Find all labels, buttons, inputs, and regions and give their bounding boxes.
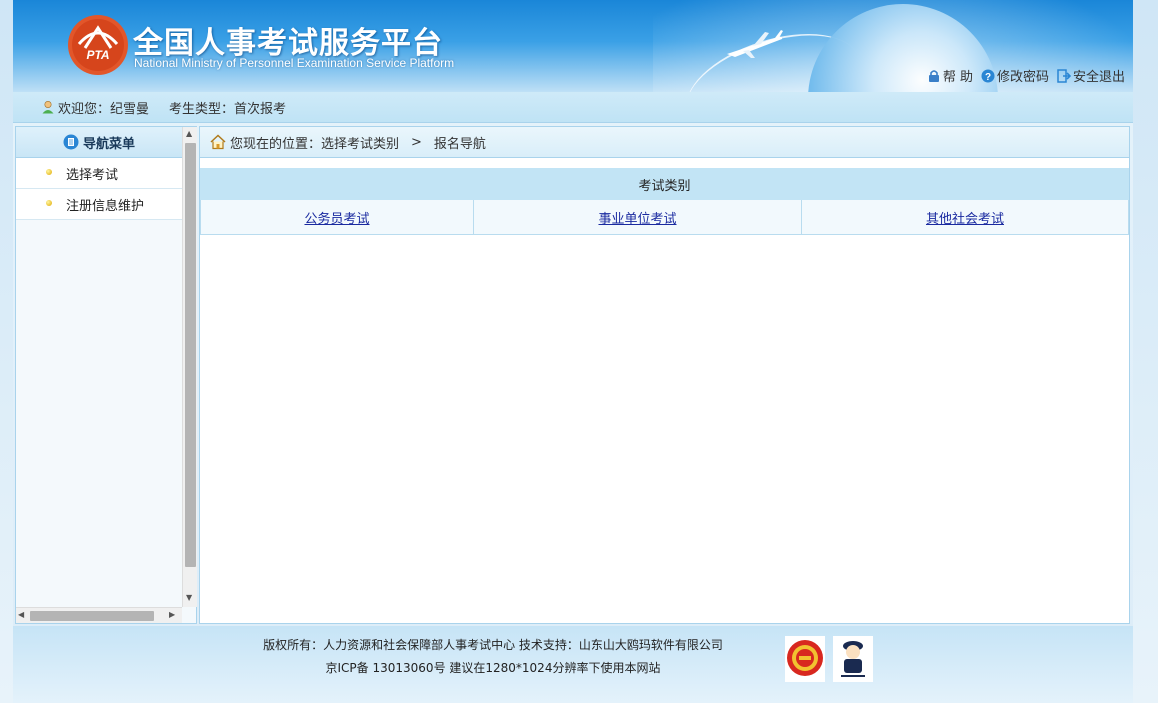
- change-password-label: 修改密码: [996, 70, 1049, 85]
- airplane-icon: [727, 30, 783, 58]
- vertical-scrollbar[interactable]: ▲ ▼: [182, 127, 197, 607]
- bullet-icon: [46, 169, 52, 175]
- help-icon: ?: [981, 69, 995, 83]
- scroll-left-icon[interactable]: ◀: [18, 610, 24, 619]
- help-link[interactable]: 帮 助: [927, 66, 973, 85]
- bullet-icon: [46, 200, 52, 206]
- civil-servant-exam-link[interactable]: 公务员考试: [304, 212, 369, 227]
- table-cell: 事业单位考试: [473, 199, 802, 235]
- welcome-text: 欢迎您：纪雪曼: [41, 98, 149, 117]
- user-info-bar: 欢迎您：纪雪曼 考生类型：首次报考: [13, 92, 1133, 123]
- logout-link[interactable]: 安全退出: [1057, 66, 1125, 85]
- nav-menu-title-label: 导航菜单: [82, 136, 135, 152]
- scroll-right-icon[interactable]: ▶: [169, 610, 175, 619]
- logo-text: PTA: [86, 48, 109, 62]
- breadcrumb-separator: >: [411, 134, 422, 150]
- breadcrumb-prefix: 您现在的位置：选择考试类别: [230, 136, 400, 152]
- logout-label: 安全退出: [1072, 70, 1125, 85]
- svg-text:?: ?: [985, 72, 991, 83]
- public-institution-exam-link[interactable]: 事业单位考试: [598, 212, 676, 227]
- left-gutter: [0, 0, 13, 703]
- candidate-type: 考生类型：首次报考: [169, 98, 286, 117]
- candidate-type-label: 考生类型：首次报考: [169, 101, 287, 117]
- footer: 版权所有：人力资源和社会保障部人事考试中心 技术支持：山东山大鸥玛软件有限公司 …: [13, 626, 1133, 703]
- right-gutter: [1133, 0, 1158, 703]
- sidebar-item-label: 选择考试: [66, 167, 119, 183]
- exam-category-table: 考试类别 公务员考试 事业单位考试 其他社会考试: [200, 168, 1129, 235]
- lock-icon: [928, 69, 939, 82]
- logout-icon: [1057, 68, 1071, 83]
- change-password-link[interactable]: ? 修改密码: [981, 66, 1049, 85]
- vertical-scroll-thumb[interactable]: [185, 143, 196, 567]
- scroll-down-icon[interactable]: ▼: [186, 593, 192, 602]
- emblem-icon: [787, 640, 823, 676]
- table-row: 公务员考试 事业单位考试 其他社会考试: [200, 199, 1129, 235]
- table-cell: 其他社会考试: [801, 199, 1129, 235]
- nav-menu-title: 导航菜单: [16, 127, 182, 158]
- site-subtitle: National Ministry of Personnel Examinati…: [134, 56, 455, 70]
- menu-icon: [63, 134, 79, 150]
- scroll-up-icon[interactable]: ▲: [186, 129, 192, 138]
- breadcrumb-current: 报名导航: [433, 136, 486, 152]
- footer-copyright: 版权所有：人力资源和社会保障部人事考试中心 技术支持：山东山大鸥玛软件有限公司: [263, 638, 723, 652]
- breadcrumb: 您现在的位置：选择考试类别 > 报名导航: [200, 127, 1129, 158]
- other-social-exam-link[interactable]: 其他社会考试: [926, 212, 1004, 227]
- exam-category-header: 考试类别: [200, 168, 1129, 200]
- sidebar-item-registration-info[interactable]: 注册信息维护: [16, 189, 182, 220]
- police-emblem-icon[interactable]: [785, 636, 825, 682]
- cyber-police-icon[interactable]: [833, 636, 873, 682]
- page: PTA 全国人事考试服务平台 National Ministry of Pers…: [0, 0, 1158, 703]
- horizontal-scroll-thumb[interactable]: [30, 611, 154, 621]
- sidebar-item-label: 注册信息维护: [66, 198, 145, 214]
- police-figure-icon: [841, 641, 865, 677]
- pta-logo-icon: PTA: [68, 15, 128, 75]
- footer-icp: 京ICP备 13013060号 建议在1280*1024分辨率下使用本网站: [325, 661, 661, 675]
- sidebar-item-select-exam[interactable]: 选择考试: [16, 158, 182, 189]
- header-banner: PTA 全国人事考试服务平台 National Ministry of Pers…: [13, 0, 1133, 92]
- welcome-label: 欢迎您：纪雪曼: [58, 101, 150, 117]
- main-content: 您现在的位置：选择考试类别 > 报名导航 考试类别 公务员考试 事业单位考试 其…: [199, 126, 1130, 624]
- home-icon: [210, 134, 226, 150]
- table-cell: 公务员考试: [200, 199, 474, 235]
- sidebar: 导航菜单 选择考试 注册信息维护 ▲ ▼ ◀ ▶: [15, 126, 197, 624]
- user-icon: [42, 100, 54, 114]
- top-links: 帮 助 ? 修改密码 安全退出: [927, 66, 1125, 85]
- horizontal-scrollbar[interactable]: ◀ ▶: [16, 607, 182, 623]
- help-link-label: 帮 助: [942, 70, 973, 85]
